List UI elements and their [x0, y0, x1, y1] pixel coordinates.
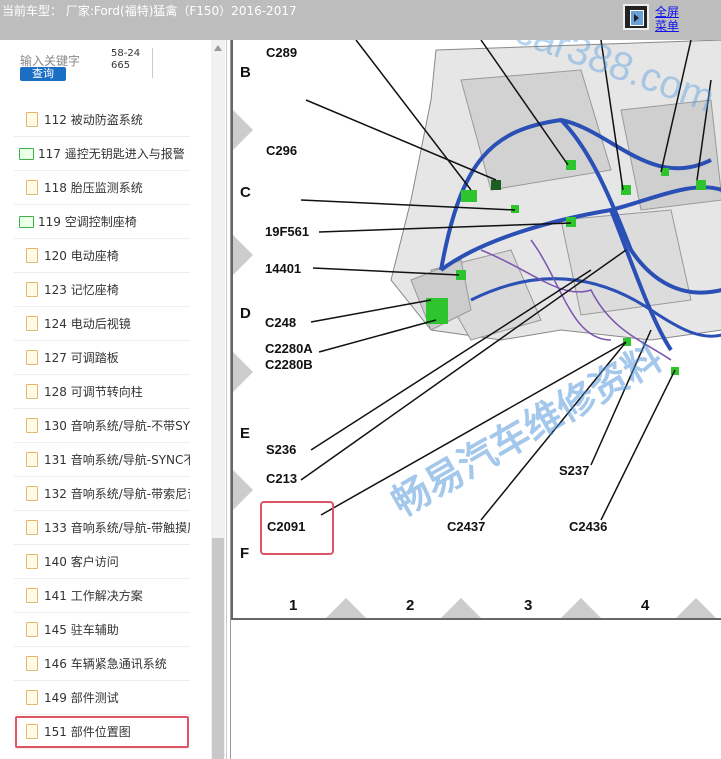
sidebar-item-label: 117 遥控无钥匙进入与报警	[38, 147, 185, 161]
connector-label: C2091	[267, 519, 305, 534]
sidebar-item[interactable]: 151 部件位置图	[14, 715, 190, 749]
sidebar-item[interactable]: 124 电动后视镜	[14, 307, 190, 341]
sidebar-item-label: 120 电动座椅	[44, 249, 119, 263]
sidebar-scrollbar[interactable]	[211, 40, 225, 759]
sidebar-item-label: 149 部件测试	[44, 691, 119, 705]
sidebar-item[interactable]: 132 音响系统/导航-带索尼音响	[14, 477, 190, 511]
col-number-3: 3	[524, 597, 532, 614]
row-letter-d: D	[240, 305, 251, 322]
sidebar-item-label: 118 胎压监测系统	[44, 181, 143, 195]
sidebar-item-label: 140 客户访问	[44, 555, 119, 569]
file-icon	[26, 656, 38, 671]
sidebar-item-label: 130 音响系统/导航-不带SYNC	[44, 419, 190, 433]
row-letter-c: C	[240, 184, 251, 201]
file-icon	[26, 588, 38, 603]
file-icon	[26, 520, 38, 535]
file-icon	[26, 248, 38, 263]
sidebar-item[interactable]: 133 音响系统/导航-带触摸屏/	[14, 511, 190, 545]
scrollbar-thumb[interactable]	[212, 538, 224, 759]
sidebar-item-label: 146 车辆紧急通讯系统	[44, 657, 167, 671]
connector-label: C2437	[447, 519, 485, 534]
title-bar: 当前车型： 厂家:Ford(福特)猛禽（F150）2016-2017 全屏 菜单	[0, 0, 721, 40]
connector-label: C2436	[569, 519, 607, 534]
component-location-diagram: B C D E F 1 2 3 4 C289 C296 19F561 14401…	[231, 40, 721, 618]
sidebar-item-label: 128 可调节转向柱	[44, 385, 143, 399]
sidebar-item-label: 132 音响系统/导航-带索尼音响	[44, 487, 190, 501]
file-icon	[26, 690, 38, 705]
sidebar-item[interactable]: 119 空调控制座椅	[14, 205, 190, 239]
connector-label: 19F561	[265, 224, 309, 239]
sidebar-item-label: 123 记忆座椅	[44, 283, 119, 297]
sidebar-item-label: 141 工作解决方案	[44, 589, 143, 603]
file-icon	[26, 452, 38, 467]
sidebar-item[interactable]: 145 驻车辅助	[14, 613, 190, 647]
connector-label: S237	[559, 463, 589, 478]
sidebar-item[interactable]: 146 车辆紧急通讯系统	[14, 647, 190, 681]
row-letter-e: E	[240, 425, 250, 442]
sidebar-item[interactable]: 131 音响系统/导航-SYNC不带	[14, 443, 190, 477]
vehicle-title: 当前车型： 厂家:Ford(福特)猛禽（F150）2016-2017	[2, 4, 297, 18]
connector-label: C2280B	[265, 357, 313, 372]
sidebar-item[interactable]: 117 遥控无钥匙进入与报警	[14, 137, 190, 171]
sidebar-item[interactable]: 149 部件测试	[14, 681, 190, 715]
sidebar-item[interactable]: 112 被动防盗系统	[14, 103, 190, 137]
row-letter-f: F	[240, 545, 249, 562]
panel-divider	[231, 618, 721, 620]
watermark-text: 畅易汽车维修资料	[384, 335, 669, 525]
sidebar-item-label: 119 空调控制座椅	[38, 215, 137, 229]
file-icon	[26, 282, 38, 297]
sidebar-item-label: 151 部件位置图	[44, 725, 131, 739]
file-icon	[26, 622, 38, 637]
connector-label: C289	[266, 45, 297, 60]
connector-label: C248	[265, 315, 296, 330]
query-button[interactable]: 查询	[20, 67, 66, 81]
file-icon	[26, 418, 38, 433]
sidebar-item[interactable]: 118 胎压监测系统	[14, 171, 190, 205]
file-icon	[26, 112, 38, 127]
divider	[152, 48, 153, 78]
sidebar-item-label: 133 音响系统/导航-带触摸屏/	[44, 521, 190, 535]
sidebar-item[interactable]: 140 客户访问	[14, 545, 190, 579]
diagram-panel: B C D E F 1 2 3 4 C289 C296 19F561 14401…	[230, 40, 721, 759]
sidebar-item-label: 112 被动防盗系统	[44, 113, 143, 127]
connector-label: S236	[266, 442, 296, 457]
col-number-4: 4	[641, 597, 650, 614]
connector-label: 14401	[265, 261, 301, 276]
connector-label: C2280A	[265, 341, 313, 356]
file-icon	[26, 384, 38, 399]
file-icon	[26, 316, 38, 331]
file-icon	[26, 724, 38, 739]
file-icon	[26, 180, 38, 195]
menu-link[interactable]: 菜单	[655, 17, 679, 34]
connector-label: C296	[266, 143, 297, 158]
file-icon	[26, 350, 38, 365]
col-number-2: 2	[406, 597, 414, 614]
sidebar-item[interactable]: 123 记忆座椅	[14, 273, 190, 307]
chapter-list: 112 被动防盗系统 117 遥控无钥匙进入与报警 118 胎压监测系统 119 空调…	[14, 103, 190, 749]
sidebar-item[interactable]: 141 工作解决方案	[14, 579, 190, 613]
folder-icon	[19, 147, 34, 160]
sidebar-item[interactable]: 120 电动座椅	[14, 239, 190, 273]
code-text: 58-24665	[111, 48, 141, 71]
row-letter-b: B	[240, 64, 251, 81]
sidebar: 输入关键字 查询 58-24665 112 被动防盗系统 117 遥控无钥匙进入与…	[0, 40, 227, 759]
toggle-panel-icon[interactable]	[623, 4, 649, 30]
file-icon	[26, 486, 38, 501]
sidebar-item[interactable]: 127 可调踏板	[14, 341, 190, 375]
sidebar-item-label: 127 可调踏板	[44, 351, 119, 365]
sidebar-item-label: 131 音响系统/导航-SYNC不带	[44, 453, 190, 467]
sidebar-item[interactable]: 130 音响系统/导航-不带SYNC	[14, 409, 190, 443]
folder-icon	[19, 215, 34, 228]
sidebar-item[interactable]: 128 可调节转向柱	[14, 375, 190, 409]
sidebar-item-label: 124 电动后视镜	[44, 317, 131, 331]
col-number-1: 1	[289, 597, 297, 614]
connector-label: C213	[266, 471, 297, 486]
scroll-up-icon[interactable]	[214, 45, 222, 51]
file-icon	[26, 554, 38, 569]
sidebar-item-label: 145 驻车辅助	[44, 623, 119, 637]
